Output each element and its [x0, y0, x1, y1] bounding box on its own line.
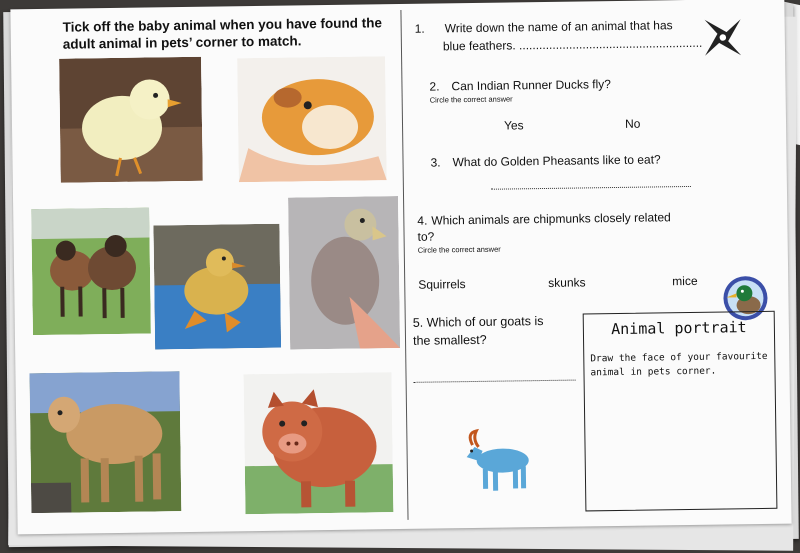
q3-number: 3.: [430, 155, 441, 170]
q5-answer-line[interactable]: [413, 379, 576, 383]
q1-text-line2: blue feathers. .........................…: [442, 35, 703, 54]
q4-option-skunks[interactable]: skunks: [548, 275, 586, 290]
photo-kid-goat: [29, 371, 182, 514]
goat-icon: [458, 426, 535, 495]
q4-number: 4.: [417, 213, 428, 228]
column-divider: [400, 9, 409, 520]
q1-text-line1: Write down the name of an animal that ha…: [444, 18, 673, 36]
q2-option-yes[interactable]: Yes: [504, 118, 524, 132]
q5-number: 5.: [412, 315, 424, 330]
q3-text: What do Golden Pheasants like to eat?: [452, 152, 661, 170]
q2-hint: Circle the correct answer: [429, 94, 513, 105]
q5-text-line1: 5. Which of our goats is: [413, 314, 544, 330]
compass-logo-icon: [701, 15, 746, 60]
q4-hint: Circle the correct answer: [417, 244, 501, 255]
q4-text-line2: to?: [417, 229, 435, 244]
q5-text-line2: the smallest?: [412, 332, 487, 348]
q4-text: Which animals are chipmunks closely rela…: [431, 210, 671, 228]
q2-option-no[interactable]: No: [625, 117, 641, 131]
animal-portrait-box[interactable]: Animal portrait Draw the face of your fa…: [582, 310, 778, 512]
q1-number: 1.: [414, 21, 425, 36]
worksheet: Tick off the baby animal when you have f…: [10, 0, 792, 535]
q3-answer-line[interactable]: [490, 185, 691, 190]
photo-piglet: [243, 372, 394, 515]
photo-lambs: [31, 207, 151, 336]
photo-baby-bird: [288, 196, 401, 350]
q4-option-squirrels[interactable]: Squirrels: [418, 277, 466, 292]
photo-chick: [59, 56, 203, 183]
photo-duckling: [153, 223, 282, 350]
q2-text: Can Indian Runner Ducks fly?: [451, 77, 611, 94]
q5-text: Which of our goats is: [426, 314, 544, 330]
photo-guinea-pig: [237, 56, 387, 183]
worksheet-instruction: Tick off the baby animal when you have f…: [62, 15, 382, 52]
portrait-instruction: Draw the face of your favourite animal i…: [590, 350, 768, 379]
portrait-title: Animal portrait: [611, 318, 747, 339]
q4-option-mice[interactable]: mice: [672, 274, 698, 288]
q2-number: 2.: [429, 79, 440, 94]
